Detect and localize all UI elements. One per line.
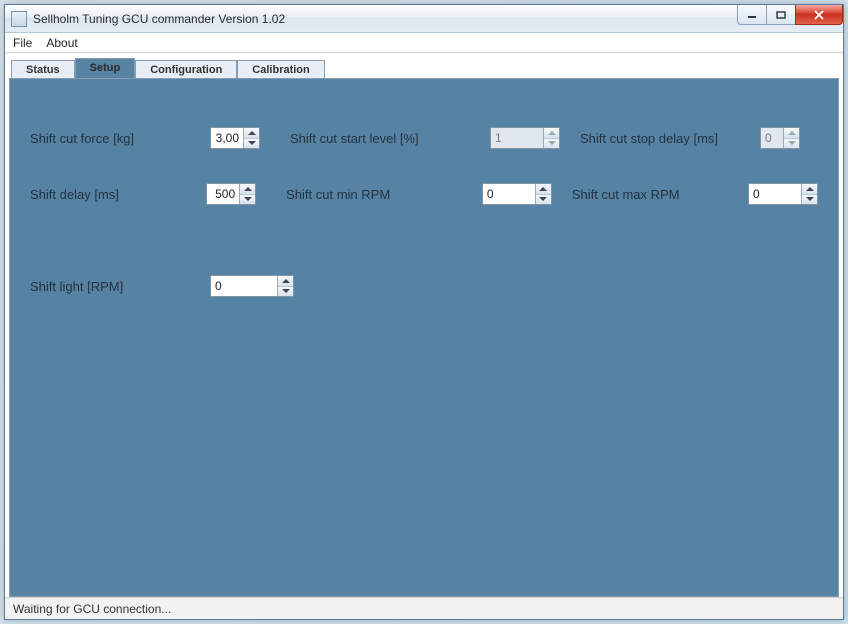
- spin-down-icon: [784, 139, 799, 149]
- menu-about[interactable]: About: [46, 36, 77, 50]
- close-button[interactable]: [795, 5, 843, 25]
- spin-shift-cut-start-level: [543, 128, 559, 148]
- spin-up-icon[interactable]: [278, 276, 293, 287]
- input-shift-cut-start-level: [490, 127, 560, 149]
- menubar: File About: [5, 33, 843, 53]
- tab-calibration[interactable]: Calibration: [237, 60, 324, 79]
- field-shift-cut-min-rpm: Shift cut min RPM: [286, 187, 482, 202]
- field-shift-light-rpm: Shift light [RPM]: [30, 279, 210, 294]
- spin-up-icon[interactable]: [240, 184, 255, 195]
- row-2: Shift delay [ms] Shift cut min RPM: [30, 183, 818, 205]
- spin-shift-cut-stop-delay: [783, 128, 799, 148]
- input-shift-cut-stop-delay: [760, 127, 800, 149]
- field-shift-cut-stop-delay: Shift cut stop delay [ms]: [580, 131, 760, 146]
- row-1: Shift cut force [kg] Shift cut start lev…: [30, 127, 818, 149]
- app-window: Sellholm Tuning GCU commander Version 1.…: [4, 4, 844, 620]
- status-text: Waiting for GCU connection...: [13, 602, 171, 616]
- maximize-button[interactable]: [766, 5, 796, 25]
- titlebar[interactable]: Sellholm Tuning GCU commander Version 1.…: [5, 5, 843, 33]
- spin-down-icon[interactable]: [536, 195, 551, 205]
- spin-shift-cut-min-rpm: [535, 184, 551, 204]
- tab-configuration[interactable]: Configuration: [135, 60, 237, 79]
- window-title: Sellholm Tuning GCU commander Version 1.…: [33, 12, 285, 26]
- input-shift-cut-max-rpm[interactable]: [748, 183, 818, 205]
- value-shift-cut-force[interactable]: [211, 128, 243, 148]
- spin-down-icon: [544, 139, 559, 149]
- spin-up-icon[interactable]: [802, 184, 817, 195]
- field-shift-cut-force: Shift cut force [kg]: [30, 131, 210, 146]
- spin-shift-cut-force: [243, 128, 259, 148]
- label-shift-delay: Shift delay [ms]: [30, 187, 119, 202]
- tabstrip: Status Setup Configuration Calibration: [11, 57, 839, 78]
- value-shift-cut-stop-delay: [761, 128, 783, 148]
- spin-shift-cut-max-rpm: [801, 184, 817, 204]
- app-icon: [11, 11, 27, 27]
- field-shift-delay: Shift delay [ms]: [30, 187, 206, 202]
- label-shift-cut-force: Shift cut force [kg]: [30, 131, 134, 146]
- value-shift-cut-start-level: [491, 128, 543, 148]
- tab-setup[interactable]: Setup: [75, 58, 136, 78]
- spin-up-icon[interactable]: [536, 184, 551, 195]
- tabpage-setup: Shift cut force [kg] Shift cut start lev…: [9, 78, 839, 597]
- input-shift-delay[interactable]: [206, 183, 256, 205]
- input-shift-light-rpm[interactable]: [210, 275, 294, 297]
- spin-up-icon: [544, 128, 559, 139]
- spin-down-icon[interactable]: [240, 195, 255, 205]
- statusbar: Waiting for GCU connection...: [5, 597, 843, 619]
- spin-up-icon: [784, 128, 799, 139]
- field-shift-cut-start-level: Shift cut start level [%]: [290, 131, 490, 146]
- label-shift-cut-min-rpm: Shift cut min RPM: [286, 187, 390, 202]
- label-shift-light-rpm: Shift light [RPM]: [30, 279, 123, 294]
- spin-down-icon[interactable]: [244, 139, 259, 149]
- label-shift-cut-max-rpm: Shift cut max RPM: [572, 187, 680, 202]
- value-shift-cut-max-rpm[interactable]: [749, 184, 801, 204]
- value-shift-light-rpm[interactable]: [211, 276, 277, 296]
- row-3: Shift light [RPM]: [30, 275, 818, 297]
- spin-up-icon[interactable]: [244, 128, 259, 139]
- minimize-button[interactable]: [737, 5, 767, 25]
- label-shift-cut-stop-delay: Shift cut stop delay [ms]: [580, 131, 718, 146]
- input-shift-cut-min-rpm[interactable]: [482, 183, 552, 205]
- value-shift-cut-min-rpm[interactable]: [483, 184, 535, 204]
- content-area: Status Setup Configuration Calibration S…: [5, 53, 843, 597]
- window-controls: [738, 5, 843, 25]
- value-shift-delay[interactable]: [207, 184, 239, 204]
- spin-down-icon[interactable]: [802, 195, 817, 205]
- input-shift-cut-force[interactable]: [210, 127, 260, 149]
- field-shift-cut-max-rpm: Shift cut max RPM: [572, 187, 748, 202]
- menu-file[interactable]: File: [13, 36, 32, 50]
- tab-status[interactable]: Status: [11, 60, 75, 79]
- label-shift-cut-start-level: Shift cut start level [%]: [290, 131, 419, 146]
- spin-shift-delay: [239, 184, 255, 204]
- spin-shift-light-rpm: [277, 276, 293, 296]
- spin-down-icon[interactable]: [278, 287, 293, 297]
